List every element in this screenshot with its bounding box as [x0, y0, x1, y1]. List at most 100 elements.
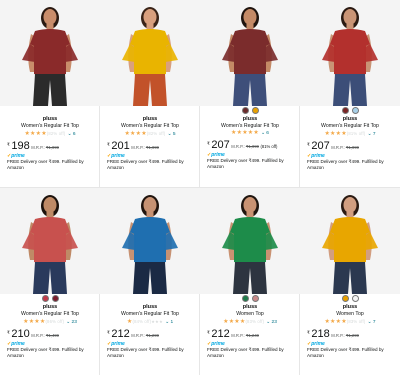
product-card[interactable]: pluss Women's Regular Fit Top ★(84% off)… — [100, 188, 200, 375]
product-rating[interactable]: ★(84% off)★★★ ⌄ 1 — [100, 318, 200, 326]
price-row: ₹ 198 M.R.P.: ₹1,099 — [0, 141, 100, 152]
price: 198 — [11, 140, 30, 152]
price-row: ₹ 201 M.R.P.: ₹1,099 — [100, 141, 200, 152]
price: 212 — [211, 328, 230, 340]
mrp: M.R.P.: ₹1,249 — [231, 333, 259, 338]
color-swatch[interactable] — [241, 107, 249, 114]
product-grid: pluss Women's Regular Fit Top ★★★★(82% o… — [0, 0, 400, 375]
product-card[interactable]: pluss Women's Regular Fit Top ★★★★(82% o… — [100, 0, 200, 188]
rating-count[interactable]: ⌄ 23 — [266, 319, 277, 326]
color-swatch[interactable] — [241, 295, 249, 302]
product-title-link[interactable]: Women's Regular Fit Top — [0, 123, 100, 130]
product-rating[interactable]: ★★★★(83% off) ⌄ 7 — [300, 318, 400, 326]
product-brand: pluss — [142, 116, 158, 122]
rating-count[interactable]: ⌄ 6 — [68, 131, 76, 138]
product-image[interactable] — [100, 0, 200, 106]
price-row: ₹ 207 M.R.P.: ₹1,099 — [300, 141, 400, 152]
rating-count[interactable]: ⌄ 1 — [165, 319, 173, 326]
delivery-info: FREE Delivery over ₹499. Fulfilled by Am… — [207, 347, 284, 359]
price-row: ₹ 207 M.R.P.: ₹1,099 (81% off) — [200, 140, 300, 151]
product-image[interactable] — [100, 188, 200, 294]
product-title-link[interactable]: Women's Regular Fit Top — [100, 311, 200, 318]
product-brand: pluss — [342, 304, 358, 310]
star-rating-icon: ★★★★(86% off) — [23, 319, 65, 325]
color-swatch[interactable] — [51, 295, 59, 302]
currency-symbol: ₹ — [207, 330, 210, 335]
color-swatches — [300, 295, 400, 303]
product-brand: pluss — [42, 116, 58, 122]
product-image[interactable] — [200, 188, 300, 294]
product-brand: pluss — [242, 304, 258, 310]
mrp: M.R.P.: ₹1,299 — [131, 333, 159, 338]
currency-symbol: ₹ — [107, 142, 110, 147]
product-title-link[interactable]: Women Top — [300, 311, 400, 318]
rating-count[interactable]: ⌄ 7 — [368, 319, 376, 326]
model-photo-icon — [100, 188, 200, 294]
product-card[interactable]: pluss Women Top ★★★★(83% off) ⌄ 7 ₹ 218 … — [300, 188, 400, 375]
model-photo-icon — [0, 0, 100, 106]
product-image[interactable] — [300, 0, 400, 106]
product-image[interactable] — [300, 188, 400, 294]
mrp: M.R.P.: ₹1,499 — [31, 333, 59, 338]
star-rating-icon: ★(84% off)★★★ — [126, 319, 164, 325]
mrp: M.R.P.: ₹1,099 — [231, 144, 259, 149]
product-title-link[interactable]: Women Top — [200, 311, 300, 318]
rating-count[interactable]: ⌄ 6 — [261, 130, 269, 137]
discount: (81% off) — [260, 144, 278, 149]
currency-symbol: ₹ — [7, 142, 10, 147]
color-swatch[interactable] — [41, 295, 49, 302]
product-card[interactable]: pluss Women Top ★★★★(83% off) ⌄ 23 ₹ 212… — [200, 188, 300, 375]
product-image[interactable] — [0, 0, 100, 106]
color-swatches — [0, 107, 100, 115]
product-title-link[interactable]: Women's Regular Fit Top — [0, 311, 100, 318]
product-card[interactable]: pluss Women's Regular Fit Top ★★★★(81% o… — [300, 0, 400, 188]
price: 207 — [311, 140, 330, 152]
product-image[interactable] — [200, 0, 300, 106]
model-photo-icon — [300, 0, 400, 106]
product-title-link[interactable]: Women's Regular Fit Top — [200, 123, 300, 130]
star-rating-icon: ★★★★(81% off) — [324, 131, 366, 137]
mrp: M.R.P.: ₹1,099 — [331, 145, 359, 150]
model-photo-icon — [300, 188, 400, 294]
product-title-link[interactable]: Women's Regular Fit Top — [300, 123, 400, 130]
color-swatch[interactable] — [351, 107, 359, 114]
product-rating[interactable]: ★★★★(82% off) ⌄ 5 — [100, 130, 200, 138]
rating-count[interactable]: ⌄ 5 — [168, 131, 176, 138]
star-rating-icon: ★★★★(83% off) — [324, 319, 366, 325]
rating-count[interactable]: ⌄ 7 — [368, 131, 376, 138]
delivery-info: FREE Delivery over ₹499. Fulfilled by Am… — [107, 159, 184, 171]
delivery-info: FREE Delivery over ₹499. Fulfilled by Am… — [307, 159, 384, 171]
rating-count[interactable]: ⌄ 23 — [66, 319, 77, 326]
currency-symbol: ₹ — [107, 330, 110, 335]
model-photo-icon — [0, 188, 100, 294]
color-swatch[interactable] — [341, 295, 349, 302]
color-swatches — [100, 107, 200, 115]
mrp: M.R.P.: ₹1,099 — [131, 145, 159, 150]
star-rating-icon: ★★★★★ — [231, 130, 259, 136]
product-title-link[interactable]: Women's Regular Fit Top — [100, 123, 200, 130]
price: 201 — [111, 140, 130, 152]
price: 212 — [111, 328, 130, 340]
currency-symbol: ₹ — [7, 330, 10, 335]
product-rating[interactable]: ★★★★(83% off) ⌄ 23 — [200, 318, 300, 326]
color-swatch[interactable] — [251, 295, 259, 302]
color-swatch[interactable] — [351, 295, 359, 302]
price: 207 — [211, 139, 230, 151]
color-swatch[interactable] — [251, 107, 259, 114]
price-row: ₹ 210 M.R.P.: ₹1,499 — [0, 329, 100, 340]
delivery-info: FREE Delivery over ₹499. Fulfilled by Am… — [7, 159, 84, 171]
product-rating[interactable]: ★★★★(86% off) ⌄ 23 — [0, 318, 100, 326]
product-rating[interactable]: ★★★★★ ⌄ 6 — [200, 130, 300, 137]
product-rating[interactable]: ★★★★(81% off) ⌄ 7 — [300, 130, 400, 138]
price-row: ₹ 212 M.R.P.: ₹1,249 — [200, 329, 300, 340]
star-rating-icon: ★★★★(83% off) — [223, 319, 265, 325]
color-swatches — [100, 295, 200, 303]
currency-symbol: ₹ — [207, 141, 210, 146]
price: 218 — [311, 328, 330, 340]
color-swatch[interactable] — [341, 107, 349, 114]
product-card[interactable]: pluss Women's Regular Fit Top ★★★★(86% o… — [0, 188, 100, 375]
product-rating[interactable]: ★★★★(82% off) ⌄ 6 — [0, 130, 100, 138]
product-image[interactable] — [0, 188, 100, 294]
product-card[interactable]: pluss Women's Regular Fit Top ★★★★(82% o… — [0, 0, 100, 188]
product-card[interactable]: pluss Women's Regular Fit Top ★★★★★ ⌄ 6 … — [200, 0, 300, 188]
